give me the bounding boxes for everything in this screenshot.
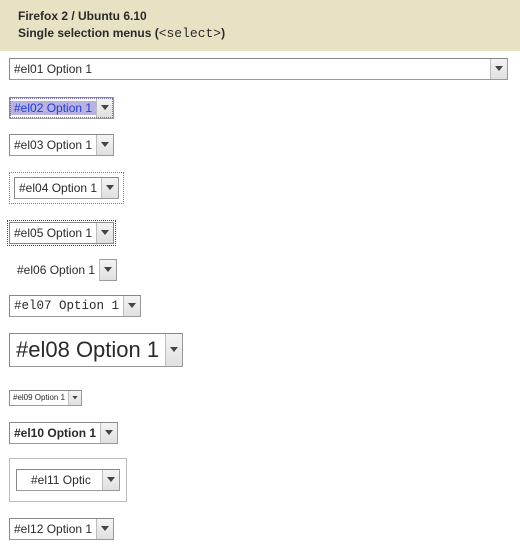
dropdown-button-el08[interactable] — [165, 334, 182, 366]
chevron-down-icon — [105, 430, 113, 436]
select-el02[interactable]: #el02 Option 1 — [9, 97, 114, 119]
dropdown-button-el02[interactable] — [96, 98, 113, 118]
chevron-down-icon — [101, 526, 109, 532]
dropdown-button-el11[interactable] — [102, 470, 119, 490]
dropdown-button-el12[interactable] — [96, 519, 113, 539]
row-el12: #el12 Option 1 — [9, 518, 520, 540]
chevron-down-icon — [170, 347, 178, 353]
select-el05[interactable]: #el05 Option 1 — [9, 222, 114, 244]
content-area: #el01 Option 1 #el02 Option 1 #el03 Opti… — [0, 51, 520, 540]
select-el12[interactable]: #el12 Option 1 — [9, 518, 114, 540]
select-el06-value: #el06 Option 1 — [9, 263, 99, 277]
dropdown-button-el10[interactable] — [100, 423, 117, 443]
solid-border-wrap: #el11 Optic — [9, 458, 127, 502]
chevron-down-icon — [101, 105, 109, 111]
chevron-down-icon — [101, 230, 109, 236]
select-el01-value: #el01 Option 1 — [10, 62, 96, 76]
row-el05: #el05 Option 1 — [9, 222, 520, 244]
row-el10: #el10 Option 1 — [9, 422, 520, 444]
select-el08-value: #el08 Option 1 — [10, 337, 165, 363]
subtitle-suffix: ) — [221, 26, 225, 40]
select-el09-value: #el09 Option 1 — [10, 393, 68, 402]
dropdown-button-el04[interactable] — [101, 178, 118, 198]
chevron-down-icon — [101, 142, 109, 148]
dropdown-button-el09[interactable] — [68, 391, 81, 405]
select-el10-value: #el10 Option 1 — [10, 426, 100, 440]
select-el11-value: #el11 Optic — [17, 473, 95, 487]
row-el09: #el09 Option 1 — [9, 387, 520, 406]
select-el05-value: #el05 Option 1 — [10, 226, 96, 240]
row-el04: #el04 Option 1 — [9, 172, 520, 204]
dropdown-button-el06[interactable] — [99, 259, 117, 281]
select-el03-value: #el03 Option 1 — [10, 138, 96, 152]
select-el09[interactable]: #el09 Option 1 — [9, 390, 82, 406]
select-el02-value: #el02 Option 1 — [10, 101, 96, 115]
select-el04[interactable]: #el04 Option 1 — [14, 177, 119, 199]
select-el01[interactable]: #el01 Option 1 — [9, 58, 508, 80]
select-el07-value: #el07 Option 1 — [10, 299, 123, 313]
chevron-down-icon — [72, 396, 78, 400]
subtitle-prefix: Single selection menus ( — [18, 26, 159, 40]
row-el06: #el06 Option 1 — [9, 259, 520, 281]
row-el02: #el02 Option 1 — [9, 97, 520, 119]
row-el07: #el07 Option 1 — [9, 295, 520, 317]
chevron-down-icon — [106, 185, 114, 191]
dropdown-button-el03[interactable] — [96, 135, 113, 155]
select-el07[interactable]: #el07 Option 1 — [9, 295, 141, 317]
select-el12-value: #el12 Option 1 — [10, 522, 96, 536]
header-subtitle: Single selection menus (<select>) — [18, 25, 520, 44]
chevron-down-icon — [495, 66, 503, 72]
select-el03[interactable]: #el03 Option 1 — [9, 134, 114, 156]
row-el03: #el03 Option 1 — [9, 134, 520, 156]
select-el04-value: #el04 Option 1 — [15, 181, 101, 195]
chevron-down-icon — [104, 267, 112, 273]
header-title: Firefox 2 / Ubuntu 6.10 — [18, 8, 520, 25]
chevron-down-icon — [128, 303, 136, 309]
row-el11: #el11 Optic — [9, 458, 520, 502]
select-el10[interactable]: #el10 Option 1 — [9, 422, 118, 444]
chevron-down-icon — [107, 477, 115, 483]
dropdown-button-el05[interactable] — [96, 223, 113, 243]
subtitle-code: <select> — [159, 26, 221, 41]
dotted-border-wrap: #el04 Option 1 — [9, 172, 124, 204]
dropdown-button-el07[interactable] — [123, 296, 140, 316]
dropdown-button-el01[interactable] — [490, 59, 507, 79]
page-header: Firefox 2 / Ubuntu 6.10 Single selection… — [0, 0, 520, 51]
select-el11[interactable]: #el11 Optic — [16, 469, 120, 491]
row-el01: #el01 Option 1 — [9, 51, 520, 80]
row-el08: #el08 Option 1 — [9, 333, 520, 367]
select-el08[interactable]: #el08 Option 1 — [9, 333, 183, 367]
select-el06[interactable]: #el06 Option 1 — [9, 259, 117, 281]
